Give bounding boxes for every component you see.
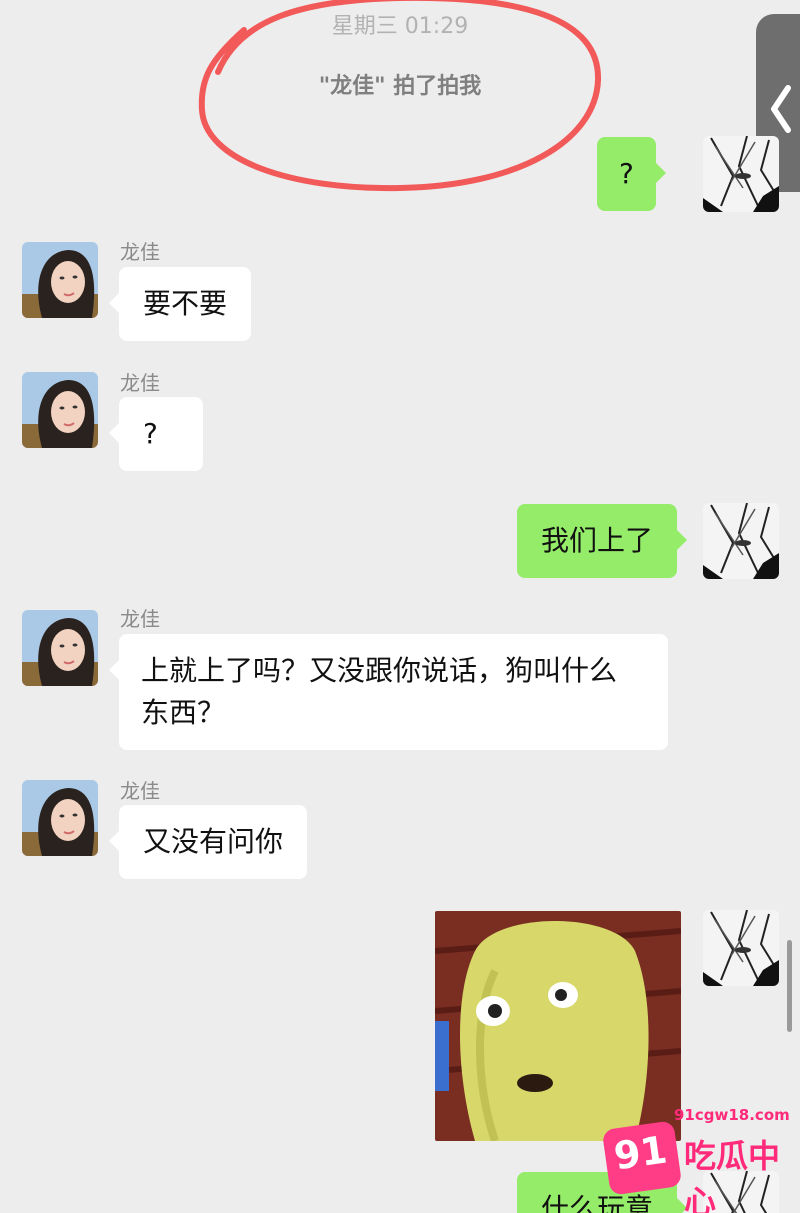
contact-avatar[interactable] (22, 780, 98, 856)
message-text: ? (619, 157, 634, 190)
incoming-message-bubble[interactable]: 上就上了吗？又没跟你说话，狗叫什么 东西？ (109, 634, 668, 750)
my-avatar[interactable] (703, 136, 779, 212)
system-message-area: 星期三 01:29 "龙佳" 拍了拍我 (0, 0, 800, 190)
incoming-message-bubble[interactable]: ? (109, 397, 203, 471)
contact-avatar[interactable] (22, 610, 98, 686)
manga-avatar-icon (703, 136, 779, 212)
my-avatar[interactable] (703, 503, 779, 579)
incoming-message-bubble[interactable]: 又没有问你 (108, 805, 308, 879)
site-watermark: 91cgw18.com 91 吃瓜中心 (601, 1103, 796, 1213)
watermark-text: 吃瓜中心 (684, 1137, 781, 1213)
message-timestamp: 星期三 01:29 (331, 14, 469, 39)
message-text: ? (143, 417, 158, 450)
watermark-logo-number: 91 (611, 1127, 670, 1179)
message-text: 要不要 (143, 287, 228, 320)
sender-name: 龙佳 (120, 371, 160, 395)
scrollbar-thumb[interactable] (787, 940, 792, 1032)
contact-photo-icon (22, 242, 98, 318)
message-text-line: 东西？ (141, 696, 226, 729)
message-text: 我们上了 (541, 524, 654, 557)
outgoing-message-bubble[interactable]: ? (597, 137, 666, 211)
outgoing-message-bubble[interactable]: 我们上了 (517, 504, 688, 578)
message-text: 又没有问你 (143, 825, 284, 858)
contact-photo-icon (22, 780, 98, 856)
incoming-message-bubble[interactable]: 要不要 (108, 267, 252, 341)
chat-screen: 星期三 01:29 "龙佳" 拍了拍我 ? 龙佳 要不要 龙佳 ? 我们上了 龙… (0, 0, 800, 1213)
sender-name: 龙佳 (120, 240, 160, 264)
message-text-line: 上就上了吗？又没跟你说话，狗叫什么 (141, 654, 618, 687)
pat-notification: "龙佳" 拍了拍我 (318, 74, 482, 99)
manga-avatar-icon (703, 910, 779, 986)
contact-photo-icon (22, 372, 98, 448)
contact-avatar[interactable] (22, 372, 98, 448)
chevron-left-icon (771, 85, 791, 133)
my-avatar[interactable] (703, 910, 779, 986)
watermark-url: 91cgw18.com (674, 1106, 790, 1124)
contact-photo-icon (22, 610, 98, 686)
sender-name: 龙佳 (120, 779, 160, 803)
contact-avatar[interactable] (22, 242, 98, 318)
manga-avatar-icon (703, 503, 779, 579)
sender-name: 龙佳 (120, 607, 160, 631)
